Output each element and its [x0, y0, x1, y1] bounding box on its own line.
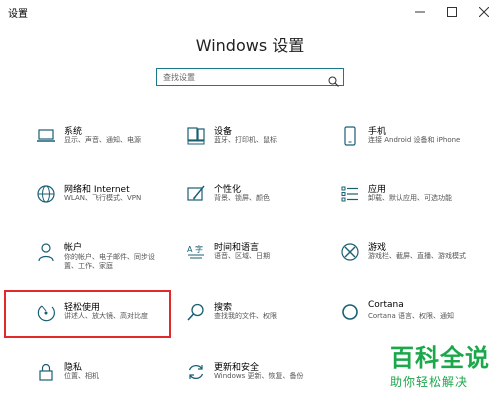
svg-text:A: A: [187, 245, 193, 254]
watermark-main: 百科全说: [390, 344, 490, 372]
tile-accounts[interactable]: 帐户 你的帐户、电子邮件、同步设置、工作、家庭: [36, 240, 186, 280]
tile-privacy[interactable]: 隐私 位置、相机: [36, 360, 186, 400]
tile-desc: 语音、区域、日期: [214, 252, 270, 260]
tile-phone[interactable]: 手机 连接 Android 设备和 iPhone: [340, 124, 490, 164]
sync-icon: [186, 362, 206, 382]
close-icon: [479, 7, 489, 17]
tile-devices[interactable]: 设备 蓝牙、打印机、鼠标: [186, 124, 336, 164]
tile-desc: 蓝牙、打印机、鼠标: [214, 136, 277, 144]
tile-apps[interactable]: 应用 卸载、默认应用、可选功能: [340, 182, 490, 222]
maximize-button[interactable]: [436, 0, 468, 24]
tile-update-security[interactable]: 更新和安全 Windows 更新、恢复、备份: [186, 360, 336, 400]
tile-system[interactable]: 系统 显示、声音、通知、电源: [36, 124, 186, 164]
tile-cortana[interactable]: Cortana Cortana 语言、权限、通知: [340, 300, 490, 340]
phone-icon: [340, 126, 360, 146]
svg-text:字: 字: [195, 244, 203, 254]
window-title: 设置: [8, 9, 28, 20]
magnifier-icon: [186, 302, 206, 322]
window-controls: [404, 0, 500, 24]
apps-list-icon: [340, 184, 360, 204]
selection-highlight: [4, 290, 171, 338]
laptop-icon: [36, 126, 56, 146]
tile-name: 帐户: [64, 243, 83, 253]
lock-icon: [36, 362, 56, 382]
close-button[interactable]: [468, 0, 500, 24]
tile-network[interactable]: 网络和 Internet WLAN、飞行模式、VPN: [36, 182, 186, 222]
time-language-icon: A字: [186, 242, 206, 262]
cortana-ring-icon: [340, 302, 360, 322]
search-icon[interactable]: [328, 72, 339, 91]
tile-desc: 卸载、默认应用、可选功能: [368, 194, 452, 202]
tile-name: Cortana: [368, 300, 404, 310]
watermark-sub: 助你轻松解决: [390, 375, 469, 389]
tile-desc: Cortana 语言、权限、通知: [368, 312, 455, 320]
tile-desc: 游戏栏、截屏、直播、游戏模式: [368, 252, 466, 260]
tile-desc: 显示、声音、通知、电源: [64, 136, 141, 144]
tile-search[interactable]: 搜索 查找我的文件、权限: [186, 300, 336, 340]
search-input[interactable]: [163, 71, 323, 83]
tile-desc: WLAN、飞行模式、VPN: [64, 194, 142, 202]
minimize-button[interactable]: [404, 0, 436, 24]
brush-icon: [186, 184, 206, 204]
tile-desc: 你的帐户、电子邮件、同步设置、工作、家庭: [64, 253, 155, 271]
minimize-icon: [415, 11, 425, 13]
tile-time-language[interactable]: A字 时间和语言 语音、区域、日期: [186, 240, 336, 280]
title-bar: 设置: [0, 0, 500, 24]
keyboard-devices-icon: [186, 126, 206, 146]
globe-icon: [36, 184, 56, 204]
tile-desc: 位置、相机: [64, 372, 99, 380]
tile-personalization[interactable]: 个性化 背景、锁屏、颜色: [186, 182, 336, 222]
watermark: 百科全说 助你轻松解决: [390, 346, 490, 390]
tile-desc: 背景、锁屏、颜色: [214, 194, 270, 202]
person-icon: [36, 242, 56, 262]
xbox-icon: [340, 242, 360, 262]
tile-desc: 查找我的文件、权限: [214, 312, 277, 320]
search-box[interactable]: [156, 68, 344, 87]
tile-desc: Windows 更新、恢复、备份: [214, 372, 304, 380]
tile-gaming[interactable]: 游戏 游戏栏、截屏、直播、游戏模式: [340, 240, 490, 280]
maximize-icon: [447, 7, 457, 17]
page-title: Windows 设置: [195, 36, 305, 55]
tile-desc: 连接 Android 设备和 iPhone: [368, 136, 461, 144]
